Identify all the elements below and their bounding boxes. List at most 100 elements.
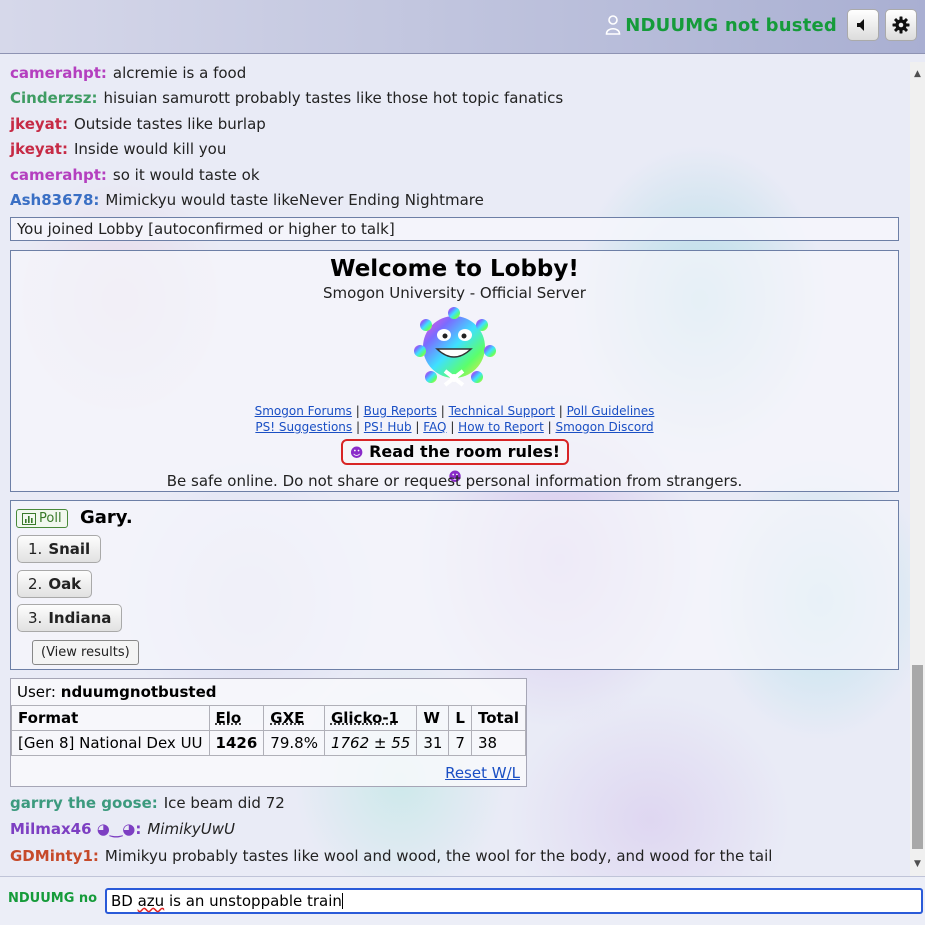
chat-text: MimikyUwU — [147, 820, 236, 838]
chat-text: so it would taste ok — [112, 166, 260, 184]
welcome-subtitle: Smogon University - Official Server — [323, 284, 586, 302]
input-text: BD — [111, 892, 138, 910]
user-icon — [605, 15, 621, 35]
smiley-icon: ☻ — [349, 446, 364, 461]
chat-username[interactable]: camerahpt: — [10, 64, 107, 82]
poll-option-label: Indiana — [48, 609, 112, 627]
header-bar: NDUUMG not busted — [0, 0, 925, 54]
welcome-box: Welcome to Lobby! Smogon University - Of… — [10, 250, 899, 492]
link-smogon-discord[interactable]: Smogon Discord — [555, 420, 653, 434]
room-rules-label: Read the room rules! — [369, 442, 561, 461]
col-format: Format — [11, 705, 210, 731]
cell-losses: 7 — [448, 730, 472, 756]
link-bug-reports[interactable]: Bug Reports — [364, 404, 437, 418]
view-results-button[interactable]: (View results) — [32, 640, 139, 665]
chat-message: jkeyat: Outside tastes like burlap — [10, 115, 266, 133]
chat-message: camerahpt: so it would taste ok — [10, 166, 260, 184]
sound-button[interactable] — [847, 9, 879, 41]
user-area: NDUUMG not busted — [605, 9, 917, 41]
chat-username[interactable]: camerahpt: — [10, 166, 107, 184]
room-rules-button[interactable]: ☻ Read the room rules! ☻ — [341, 439, 569, 485]
link-smogon-forums[interactable]: Smogon Forums — [255, 404, 352, 418]
cell-gxe: 79.8% — [263, 730, 325, 756]
poll-option-indiana[interactable]: 3. Indiana — [17, 604, 123, 632]
poll-badge-label: Poll — [39, 511, 62, 526]
bar-chart-icon — [22, 512, 36, 525]
cell-elo: 1426 — [208, 730, 265, 756]
gear-icon — [892, 16, 910, 34]
input-misspelled-word: azu — [137, 892, 165, 910]
chat-text: hisuian samurott probably tastes like th… — [103, 89, 564, 107]
stats-user: User: nduumgnotbusted — [17, 683, 217, 701]
poll-option-number: 3. — [28, 609, 43, 627]
link-poll-guidelines[interactable]: Poll Guidelines — [567, 404, 655, 418]
chat-text: Inside would kill you — [73, 140, 227, 158]
chat-input[interactable]: BD azu is an unstoppable train — [105, 888, 923, 914]
chat-username[interactable]: jkeyat: — [10, 115, 68, 133]
scroll-down-arrow-icon[interactable]: ▼ — [910, 856, 925, 872]
scroll-up-arrow-icon[interactable]: ▲ — [910, 66, 925, 82]
stats-user-name: nduumgnotbusted — [60, 683, 217, 701]
poll-box: Poll Gary. 1. Snail 2. Oak 3. Indiana (View… — [10, 500, 899, 670]
col-glicko: Glicko-1 — [323, 705, 418, 731]
chat-text: Mimickyu would taste likeNever Ending Ni… — [105, 191, 484, 209]
chat-text: Mimikyu probably tastes like wool and wo… — [104, 847, 773, 865]
links-row-1: Smogon Forums | Bug Reports | Technical … — [254, 404, 655, 418]
chat-username[interactable]: Milmax46 ◕‿◕: — [10, 820, 141, 838]
safety-note: Be safe online. Do not share or request … — [166, 472, 743, 490]
input-username[interactable]: NDUUMG no — [8, 891, 97, 906]
table-row: [Gen 8] National Dex UU 1426 79.8% 1762 … — [11, 730, 527, 756]
poll-option-snail[interactable]: 1. Snail — [17, 535, 102, 563]
poll-option-number: 1. — [28, 540, 43, 558]
chat-message: jkeyat: Inside would kill you — [10, 140, 226, 158]
poll-question: Gary. — [80, 507, 133, 528]
link-technical-support[interactable]: Technical Support — [449, 404, 555, 418]
text-caret — [341, 893, 343, 909]
settings-button[interactable] — [885, 9, 917, 41]
header-username[interactable]: NDUUMG not busted — [625, 15, 837, 36]
stats-user-label: User: — [17, 683, 56, 701]
poll-option-number: 2. — [28, 575, 43, 593]
welcome-title: Welcome to Lobby! — [330, 256, 579, 282]
cell-total: 38 — [470, 730, 527, 756]
poll-badge: Poll — [16, 509, 68, 528]
poll-option-oak[interactable]: 2. Oak — [17, 570, 93, 598]
chat-username[interactable]: GDMinty1: — [10, 847, 99, 865]
chat-username[interactable]: jkeyat: — [10, 140, 68, 158]
cell-format: [Gen 8] National Dex UU — [11, 730, 210, 756]
chat-scrollbar[interactable]: ▲ ▼ — [910, 62, 925, 876]
cell-glicko: 1762 ± 55 — [323, 730, 418, 756]
link-ps-hub[interactable]: PS! Hub — [364, 420, 412, 434]
rank-stats-box: User: nduumgnotbusted Format Elo GXE Gli… — [10, 678, 527, 787]
link-ps-suggestions[interactable]: PS! Suggestions — [255, 420, 352, 434]
user-menu[interactable]: NDUUMG not busted — [605, 15, 837, 36]
link-how-to-report[interactable]: How to Report — [458, 420, 544, 434]
input-text: is an unstoppable train — [164, 892, 342, 910]
chat-message: garrry the goose: Ice beam did 72 — [10, 794, 285, 812]
poll-option-label: Snail — [48, 540, 91, 558]
stats-table: Format Elo GXE Glicko-1 W L Total [Gen 8… — [11, 705, 527, 756]
chat-username[interactable]: garrry the goose: — [10, 794, 158, 812]
col-wins: W — [416, 705, 450, 731]
chat-message: GDMinty1: Mimikyu probably tastes like wo… — [10, 847, 772, 865]
speaker-icon — [857, 19, 864, 31]
col-elo: Elo — [208, 705, 265, 731]
chat-log[interactable]: camerahpt: alcremie is a food Cinderzsz: h… — [0, 62, 910, 876]
reset-wl-link[interactable]: Reset W/L — [445, 764, 520, 782]
chat-username[interactable]: Ash83678: — [10, 191, 99, 209]
chat-message: Ash83678: Mimickyu would taste likeNever … — [10, 191, 484, 209]
col-total: Total — [470, 705, 527, 731]
chat-input-bar: NDUUMG no BD azu is an unstoppable train — [0, 876, 925, 925]
link-faq[interactable]: FAQ — [423, 420, 446, 434]
poll-option-label: Oak — [48, 575, 82, 593]
chat-username[interactable]: Cinderzsz: — [10, 89, 98, 107]
col-losses: L — [448, 705, 472, 731]
scroll-thumb[interactable] — [912, 665, 923, 849]
links-row-2: PS! Suggestions | PS! Hub | FAQ | How to… — [255, 420, 654, 434]
chat-text: Ice beam did 72 — [163, 794, 285, 812]
cell-wins: 31 — [416, 730, 450, 756]
chat-message: Milmax46 ◕‿◕: MimikyUwU — [10, 820, 235, 838]
chat-text: Outside tastes like burlap — [73, 115, 266, 133]
chat-message: camerahpt: alcremie is a food — [10, 64, 246, 82]
chat-message: Cinderzsz: hisuian samurott probably tast… — [10, 89, 563, 107]
